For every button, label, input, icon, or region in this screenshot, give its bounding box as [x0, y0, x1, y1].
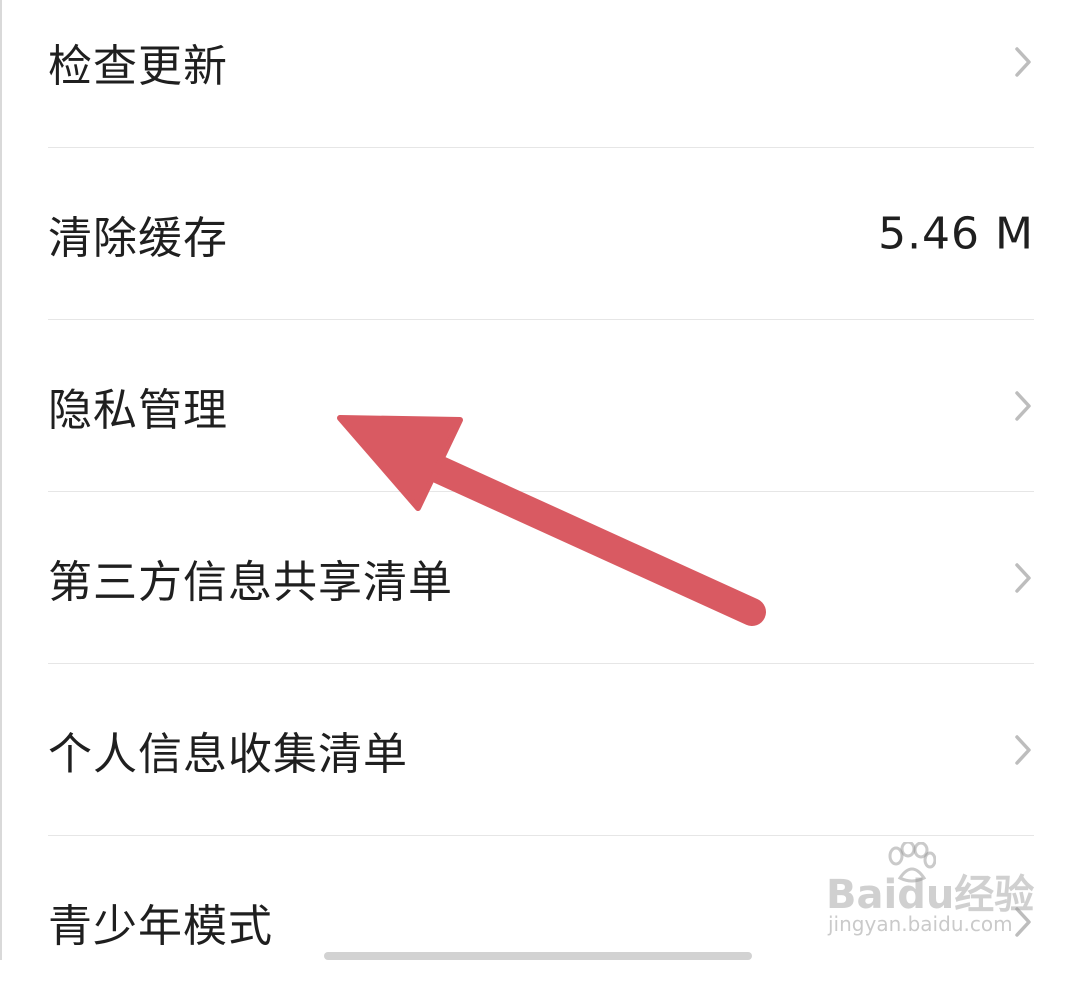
settings-item-clear-cache[interactable]: 清除缓存 5.46 M — [48, 148, 1034, 320]
settings-item-label: 第三方信息共享清单 — [48, 557, 453, 608]
settings-item-label: 检查更新 — [48, 41, 228, 92]
settings-item-personal-info-collection[interactable]: 个人信息收集清单 — [48, 664, 1034, 836]
chevron-right-icon — [1012, 905, 1034, 939]
chevron-right-icon — [1012, 45, 1034, 79]
settings-item-teen-mode[interactable]: 青少年模式 — [48, 836, 1034, 1008]
home-indicator[interactable] — [324, 952, 752, 960]
chevron-right-icon — [1012, 561, 1034, 595]
settings-item-label: 青少年模式 — [48, 901, 273, 952]
settings-item-privacy[interactable]: 隐私管理 — [48, 320, 1034, 492]
settings-item-label: 清除缓存 — [48, 213, 228, 264]
settings-item-label: 个人信息收集清单 — [48, 729, 408, 780]
chevron-right-icon — [1012, 389, 1034, 423]
cache-size-value: 5.46 M — [878, 208, 1034, 260]
settings-item-third-party-sharing[interactable]: 第三方信息共享清单 — [48, 492, 1034, 664]
settings-list: 检查更新 清除缓存 5.46 M 隐私管理 第三方信息共享清单 个人信息收集清单… — [0, 0, 1076, 960]
settings-item-check-update[interactable]: 检查更新 — [48, 0, 1034, 148]
settings-item-label: 隐私管理 — [48, 385, 228, 436]
chevron-right-icon — [1012, 733, 1034, 767]
